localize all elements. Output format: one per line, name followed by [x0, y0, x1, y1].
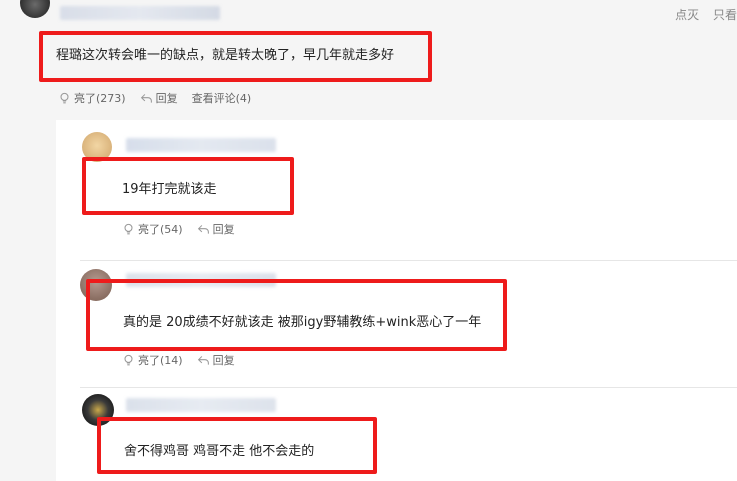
avatar[interactable] — [80, 269, 112, 301]
username-blurred — [126, 138, 276, 152]
view-comments-link[interactable]: 查看评论(4) — [192, 90, 252, 106]
reply-label: 回复 — [155, 92, 178, 105]
view-comments-label: 查看评论(4) — [191, 92, 252, 105]
reply-button[interactable]: 回复 — [197, 352, 235, 368]
lightbulb-icon — [124, 223, 133, 234]
like-button[interactable]: 亮了(54) — [122, 221, 183, 237]
reply-item: 19年打完就该走 亮了(54) 回复 — [56, 120, 737, 260]
lightbulb-icon — [60, 92, 69, 103]
like-count: 亮了(54) — [138, 223, 183, 236]
like-count: 亮了(14) — [138, 354, 183, 367]
avatar[interactable] — [20, 0, 50, 18]
top-actions: 点灭 只看 — [665, 6, 737, 23]
reply-button[interactable]: 回复 — [197, 221, 235, 237]
username-blurred — [126, 273, 276, 287]
only-view-link[interactable]: 只看 — [713, 8, 737, 22]
avatar[interactable] — [82, 132, 112, 162]
reply-item: 真的是 20成绩不好就该走 被那igy野辅教练+wink恶心了一年 亮了(14)… — [56, 261, 737, 388]
reply-actions: 亮了(14) 回复 — [122, 352, 235, 368]
reply-arrow-icon — [197, 355, 209, 365]
reply-arrow-icon — [140, 93, 152, 103]
reply-text: 舍不得鸡哥 鸡哥不走 他不会走的 — [124, 444, 315, 459]
lightbulb-icon — [124, 354, 133, 365]
username-blurred — [126, 398, 276, 412]
like-count: 亮了(273) — [74, 92, 126, 105]
reply-actions: 亮了(54) 回复 — [122, 221, 235, 237]
reply-button[interactable]: 回复 — [140, 90, 178, 106]
reply-text: 19年打完就该走 — [122, 182, 217, 197]
avatar[interactable] — [82, 394, 114, 426]
reply-label: 回复 — [212, 354, 235, 367]
dislike-link[interactable]: 点灭 — [675, 8, 699, 22]
username-blurred — [60, 6, 220, 20]
reply-label: 回复 — [212, 223, 235, 236]
comment-actions: 亮了(273) 回复 查看评论(4) — [58, 90, 251, 106]
reply-item: 舍不得鸡哥 鸡哥不走 他不会走的 — [56, 388, 737, 481]
like-button[interactable]: 亮了(273) — [58, 90, 126, 106]
comment-text: 程璐这次转会唯一的缺点，就是转太晚了，早几年就走多好 — [56, 48, 395, 63]
replies-panel: 19年打完就该走 亮了(54) 回复 真的是 20成绩不好就该走 被那igy野辅… — [56, 120, 737, 481]
reply-text: 真的是 20成绩不好就该走 被那igy野辅教练+wink恶心了一年 — [123, 315, 482, 330]
like-button[interactable]: 亮了(14) — [122, 352, 183, 368]
reply-arrow-icon — [197, 224, 209, 234]
